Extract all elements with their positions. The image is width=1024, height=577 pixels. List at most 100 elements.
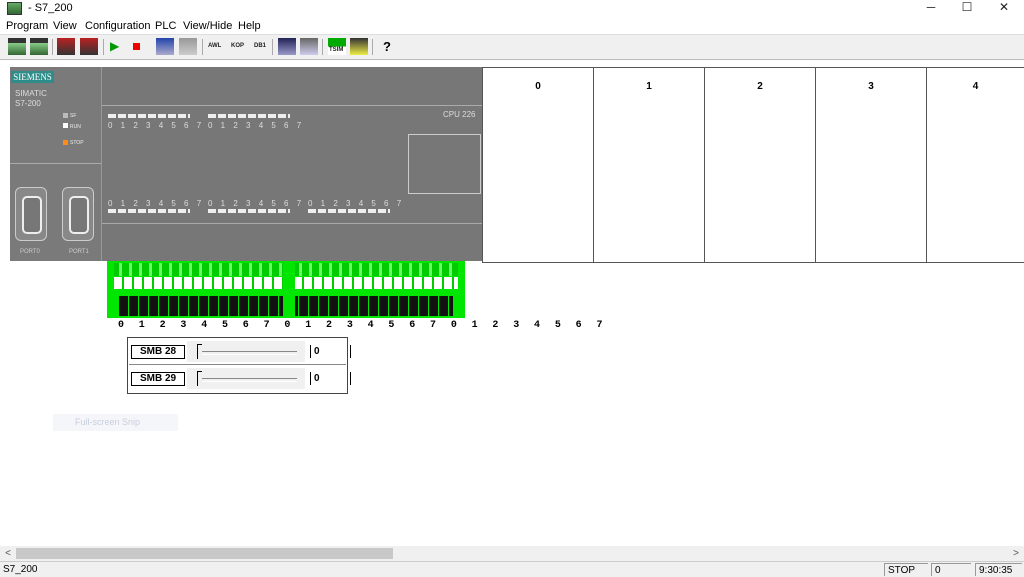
configure-icon[interactable]	[350, 38, 368, 55]
help-icon[interactable]: ?	[378, 38, 396, 55]
run-icon[interactable]: ▶	[110, 38, 128, 55]
input-leds-0	[108, 114, 190, 118]
port0-label: PORT0	[20, 249, 40, 255]
download-icon[interactable]	[57, 38, 75, 55]
model-label: S7-200	[15, 99, 41, 108]
output-leds-1	[208, 209, 290, 213]
sf-label: SF	[70, 113, 77, 119]
toolbar-separator	[372, 39, 373, 55]
scroll-thumb[interactable]	[16, 548, 393, 559]
snip-overlay-text: Full-screen Snip	[53, 414, 178, 431]
menu-view[interactable]: View	[53, 20, 77, 32]
sf-led	[63, 113, 68, 118]
toolbar: ▶ AWL KOP DB1 TSIM ?	[0, 34, 1024, 60]
kop-button[interactable]: KOP	[231, 43, 244, 49]
menu-bar: Program View Configuration PLC View/Hide…	[0, 18, 1024, 34]
tsim-icon[interactable]: TSIM	[328, 38, 346, 55]
scroll-right-arrow[interactable]: >	[1009, 547, 1023, 560]
port1-label: PORT1	[69, 249, 89, 255]
divider	[102, 223, 482, 224]
stop-icon[interactable]	[133, 43, 140, 50]
status-mode: STOP	[884, 563, 928, 576]
slider-track	[197, 378, 297, 382]
upload-icon[interactable]	[80, 38, 98, 55]
divider	[102, 105, 482, 106]
monitor-off-icon[interactable]	[179, 38, 197, 55]
db1-button[interactable]: DB1	[254, 43, 266, 49]
smb28-slider[interactable]	[187, 341, 305, 362]
output-leds-2	[308, 209, 390, 213]
scroll-left-arrow[interactable]: <	[1, 547, 15, 560]
module-slot-4[interactable]: 4	[926, 67, 1024, 263]
simatic-label: SIMATIC	[15, 89, 47, 98]
toolbar-separator	[103, 39, 104, 55]
awl-button[interactable]: AWL	[208, 43, 221, 49]
menu-help[interactable]: Help	[238, 20, 261, 32]
input-numbers-1: 0 1 2 3 4 5 6 7	[208, 121, 305, 130]
input-switch-terminal	[107, 261, 465, 318]
module-slot-2[interactable]: 2	[704, 67, 816, 263]
slot-number: 2	[757, 81, 763, 92]
switch-numbers: 0 1 2 3 4 5 6 7 0 1 2 3 4 5 6 7 0 1 2 3 …	[118, 320, 607, 331]
smb29-label: SMB 29	[131, 372, 185, 386]
input-leds-1	[208, 114, 290, 118]
maximize-button[interactable]: ☐	[951, 0, 983, 16]
slider-thumb[interactable]	[197, 344, 202, 359]
horizontal-scrollbar[interactable]: < >	[0, 546, 1024, 561]
plc-cpu-module: SIEMENS SIMATIC S7-200 SF RUN STOP PORT0…	[10, 67, 482, 261]
status-time: 9:30:35	[975, 563, 1022, 576]
title-bar: - S7_200 ─ ☐ ✕	[0, 0, 1024, 18]
module-slot-0[interactable]: 0	[482, 67, 594, 263]
module-slot-1[interactable]: 1	[593, 67, 705, 263]
window-title: - S7_200	[28, 2, 73, 14]
minimize-button[interactable]: ─	[915, 0, 947, 16]
port1-socket	[69, 196, 89, 234]
toolbar-separator	[52, 39, 53, 55]
run-led	[63, 123, 68, 128]
menu-view-hide[interactable]: View/Hide	[183, 20, 232, 32]
smb-panel: SMB 28 0 SMB 29 0	[127, 337, 351, 394]
status-bar: S7_200 STOP 0 9:30:35	[0, 561, 1024, 577]
output-leds-0	[108, 209, 190, 213]
output-numbers-1: 0 1 2 3 4 5 6 7	[208, 199, 305, 208]
smb29-value: 0	[310, 372, 351, 385]
slot-number: 3	[868, 81, 874, 92]
menu-configuration[interactable]: Configuration	[85, 20, 150, 32]
open-program-icon[interactable]	[30, 38, 48, 55]
menu-program[interactable]: Program	[6, 20, 48, 32]
divider	[10, 163, 101, 164]
module-slot-3[interactable]: 3	[815, 67, 927, 263]
smb29-row: SMB 29 0	[129, 367, 351, 391]
cpu-cover	[408, 134, 481, 194]
port1-connector	[62, 187, 94, 241]
port0-socket	[22, 196, 42, 234]
plc-left-panel: SIEMENS SIMATIC S7-200 SF RUN STOP PORT0…	[10, 67, 102, 261]
monitor-icon[interactable]	[156, 38, 174, 55]
slot-number: 4	[972, 81, 979, 92]
status-table-icon[interactable]	[278, 38, 296, 55]
smb28-label: SMB 28	[131, 345, 185, 359]
slot-number: 1	[646, 81, 652, 92]
toolbar-separator	[202, 39, 203, 55]
terminal-gap	[283, 261, 295, 318]
slot-number: 0	[535, 81, 541, 92]
status-value: 0	[931, 563, 971, 576]
close-button[interactable]: ✕	[988, 0, 1020, 16]
smb28-row: SMB 28 0	[129, 340, 351, 365]
menu-plc[interactable]: PLC	[155, 20, 176, 32]
toolbar-separator	[272, 39, 273, 55]
toolbar-separator	[322, 39, 323, 55]
stop-label: STOP	[70, 140, 84, 146]
output-numbers-0: 0 1 2 3 4 5 6 7	[108, 199, 205, 208]
smb29-slider[interactable]	[187, 368, 305, 389]
output-numbers-2: 0 1 2 3 4 5 6 7	[308, 199, 405, 208]
status-name: S7_200	[3, 564, 38, 575]
cpu-label: CPU 226	[443, 110, 476, 119]
stop-led	[63, 140, 68, 145]
input-numbers-0: 0 1 2 3 4 5 6 7	[108, 121, 205, 130]
siemens-logo: SIEMENS	[11, 71, 54, 83]
slider-thumb[interactable]	[197, 371, 202, 386]
run-label: RUN	[70, 124, 81, 130]
chart-icon[interactable]	[300, 38, 318, 55]
new-program-icon[interactable]	[8, 38, 26, 55]
